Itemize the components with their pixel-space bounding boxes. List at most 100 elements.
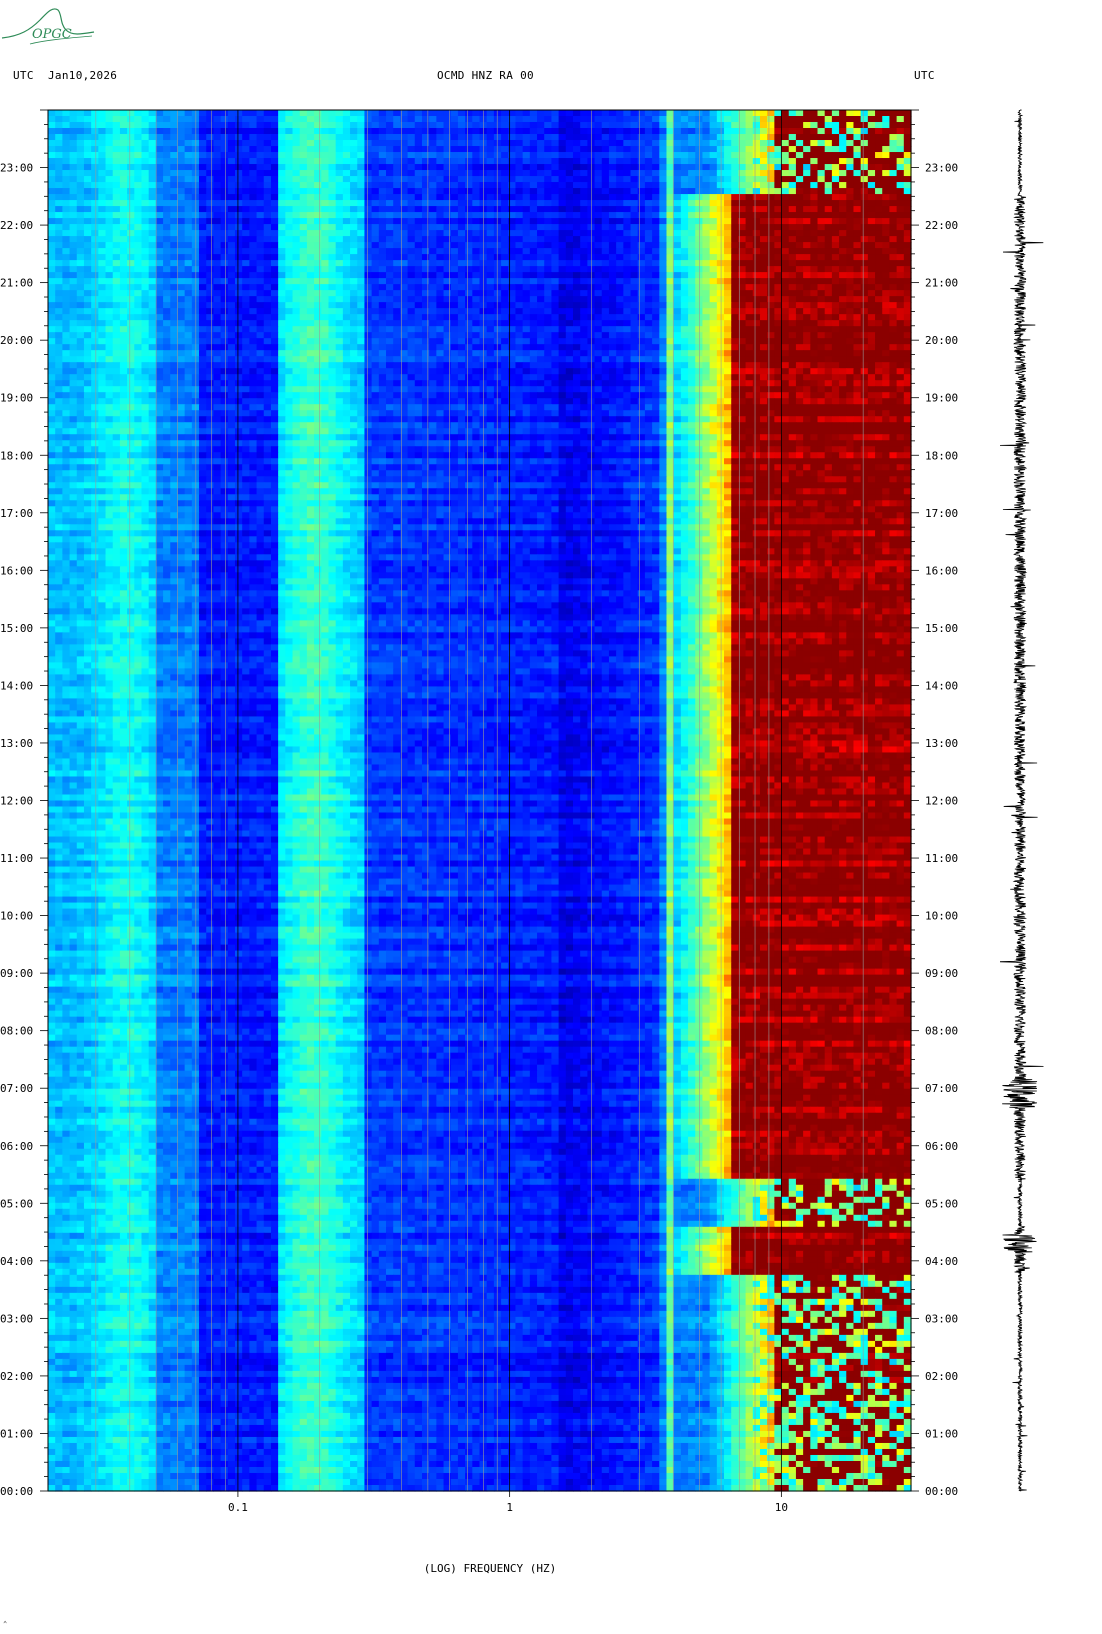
spectrogram-cell [573,110,581,117]
spectrogram-cell [177,134,185,141]
spectrogram-cell [717,170,725,177]
spectrogram-cell [242,134,250,141]
spectrogram-cell [372,164,380,171]
spectrogram-cell [177,140,185,147]
spectrogram-cell [623,116,631,123]
spectrogram-cell [314,116,322,123]
spectrogram-cell [379,170,387,177]
spectrogram-cell [580,116,588,123]
spectrogram-cell [789,128,797,135]
spectrogram-cell [199,164,207,171]
spectrogram-cell [106,152,114,159]
spectrogram-cell [177,128,185,135]
spectrogram-cell [861,116,869,123]
spectrogram-cell [573,140,581,147]
spectrogram-cell [724,110,732,117]
spectrogram-cell [868,116,876,123]
spectrogram-cell [300,176,308,183]
spectrogram-cell [422,134,430,141]
spectrogram-cell [228,158,236,165]
spectrogram-cell [523,128,531,135]
spectrogram-cell [357,110,365,117]
spectrogram-cell [70,152,78,159]
spectrogram-cell [170,152,178,159]
spectrogram-cell [710,164,718,171]
spectrogram-cell [731,128,739,135]
spectrogram-cell [372,128,380,135]
spectrogram-cell [257,134,265,141]
spectrogram-cell [523,140,531,147]
spectrogram-cell [530,152,538,159]
spectrogram-cell [580,152,588,159]
spectrogram-cell [271,170,279,177]
spectrogram-cell [559,176,567,183]
spectrogram-cell [278,128,286,135]
spectrogram-cell [300,170,308,177]
spectrogram-cell [127,134,135,141]
spectrogram-cell [559,164,567,171]
spectrogram-cell [767,158,775,165]
spectrogram-cell [724,170,732,177]
spectrogram-cell [731,116,739,123]
spectrogram-cell [350,158,358,165]
spectrogram-cell [429,146,437,153]
spectrogram-cell [235,116,243,123]
spectrogram-cell [321,158,329,165]
spectrogram-cell [487,110,495,117]
spectrogram-cell [357,116,365,123]
spectrogram-cell [501,128,509,135]
spectrogram-cell [595,164,603,171]
spectrogram-cell [170,140,178,147]
spectrogram-cell [372,140,380,147]
spectrogram-cell [451,152,459,159]
spectrogram-cell [444,140,452,147]
spectrogram-cell [91,152,99,159]
spectrogram-cell [408,134,416,141]
spectrogram-cell [84,116,92,123]
spectrogram-cell [127,176,135,183]
spectrogram-cell [523,110,531,117]
spectrogram-cell [717,128,725,135]
spectrogram-cell [580,158,588,165]
spectrogram-cell [163,176,171,183]
spectrogram-cell [544,122,552,129]
spectrogram-cell [451,128,459,135]
spectrogram-cell [300,122,308,129]
spectrogram-cell [638,140,646,147]
spectrogram-cell [609,128,617,135]
spectrogram-cell [753,140,761,147]
spectrogram-cell [343,110,351,117]
spectrogram-cell [652,110,660,117]
spectrogram-cell [307,110,315,117]
spectrogram-cell [710,158,718,165]
spectrogram-cell [818,158,826,165]
spectrogram-cell [623,176,631,183]
spectrogram-cell [710,116,718,123]
spectrogram-cell [364,134,372,141]
spectrogram-cell [523,146,531,153]
spectrogram-cell [336,128,344,135]
spectrogram-cell [523,158,531,165]
spectrogram-cell [242,170,250,177]
spectrogram-cell [796,122,804,129]
spectrogram-cell [760,164,768,171]
spectrogram-cell [695,164,703,171]
spectrogram-cell [235,152,243,159]
spectrogram-cell [77,134,85,141]
spectrogram-cell [156,176,164,183]
spectrogram-cell [789,152,797,159]
spectrogram-cell [436,176,444,183]
spectrogram-cell [408,152,416,159]
spectrogram-cell [170,116,178,123]
spectrogram-cell [609,110,617,117]
spectrogram-cell [134,116,142,123]
spectrogram-cell [645,122,653,129]
spectrogram-cell [645,110,653,117]
spectrogram-cell [472,140,480,147]
spectrogram-cell [501,176,509,183]
spectrogram-cell [810,128,818,135]
spectrogram-cell [257,116,265,123]
spectrogram-cell [451,122,459,129]
spectrogram-cell [206,152,214,159]
spectrogram-cell [825,170,833,177]
